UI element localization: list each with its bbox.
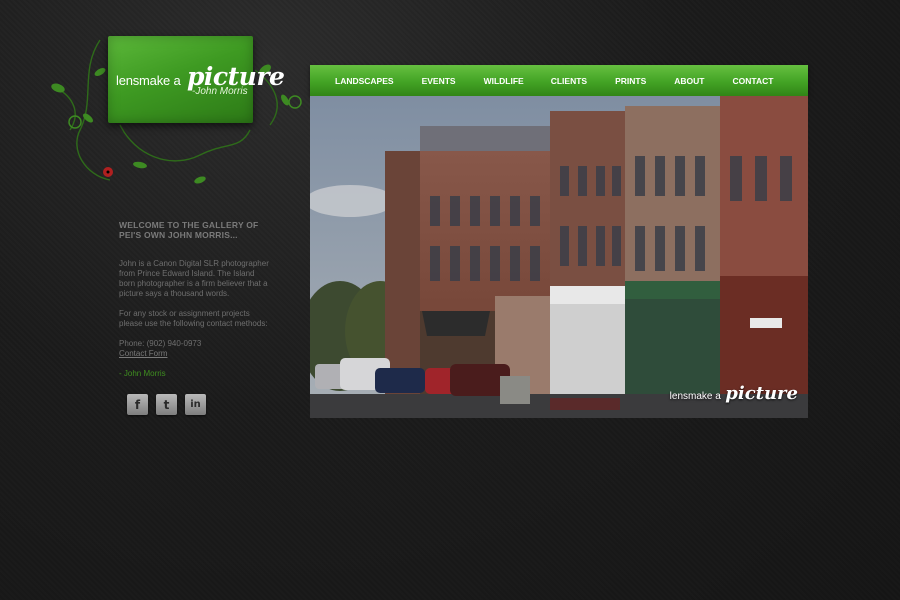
- nav-contact[interactable]: CONTACT: [733, 76, 774, 86]
- logo-prefix: lensmake a: [116, 73, 181, 88]
- nav-wildlife[interactable]: WILDLIFE: [484, 76, 524, 86]
- main-navigation: LANDSCAPES EVENTS WILDLIFE CLIENTS PRINT…: [310, 65, 808, 96]
- hero-logo-prefix: lensmake a: [669, 391, 721, 402]
- street-scene: [310, 96, 808, 418]
- hero-image: lensmake a picture: [310, 96, 808, 418]
- welcome-heading: WELCOME TO THE GALLERY OF PEI'S OWN JOHN…: [119, 220, 259, 240]
- contact-form-link[interactable]: Contact Form: [119, 349, 269, 359]
- nav-clients[interactable]: CLIENTS: [551, 76, 587, 86]
- nav-events[interactable]: EVENTS: [422, 76, 456, 86]
- projects-text: For any stock or assignment projects ple…: [119, 309, 268, 328]
- phone-text: Phone: (902) 940-0973: [119, 339, 202, 348]
- hero-logo-main-word: picture: [725, 383, 798, 404]
- nav-about[interactable]: ABOUT: [674, 76, 704, 86]
- twitter-icon[interactable]: t: [156, 394, 177, 415]
- nav-landscapes[interactable]: LANDSCAPES: [335, 76, 394, 86]
- social-links: f t in: [127, 394, 206, 415]
- nav-prints[interactable]: PRINTS: [615, 76, 646, 86]
- linkedin-icon[interactable]: in: [185, 394, 206, 415]
- hero-watermark-logo: lensmake a picture: [670, 383, 798, 404]
- sidebar: WELCOME TO THE GALLERY OF PEI'S OWN JOHN…: [119, 220, 269, 379]
- logo-author: -John Morris: [192, 86, 248, 97]
- intro-text: John is a Canon Digital SLR photographer…: [119, 259, 269, 298]
- facebook-icon[interactable]: f: [127, 394, 148, 415]
- signature: - John Morris: [119, 369, 166, 378]
